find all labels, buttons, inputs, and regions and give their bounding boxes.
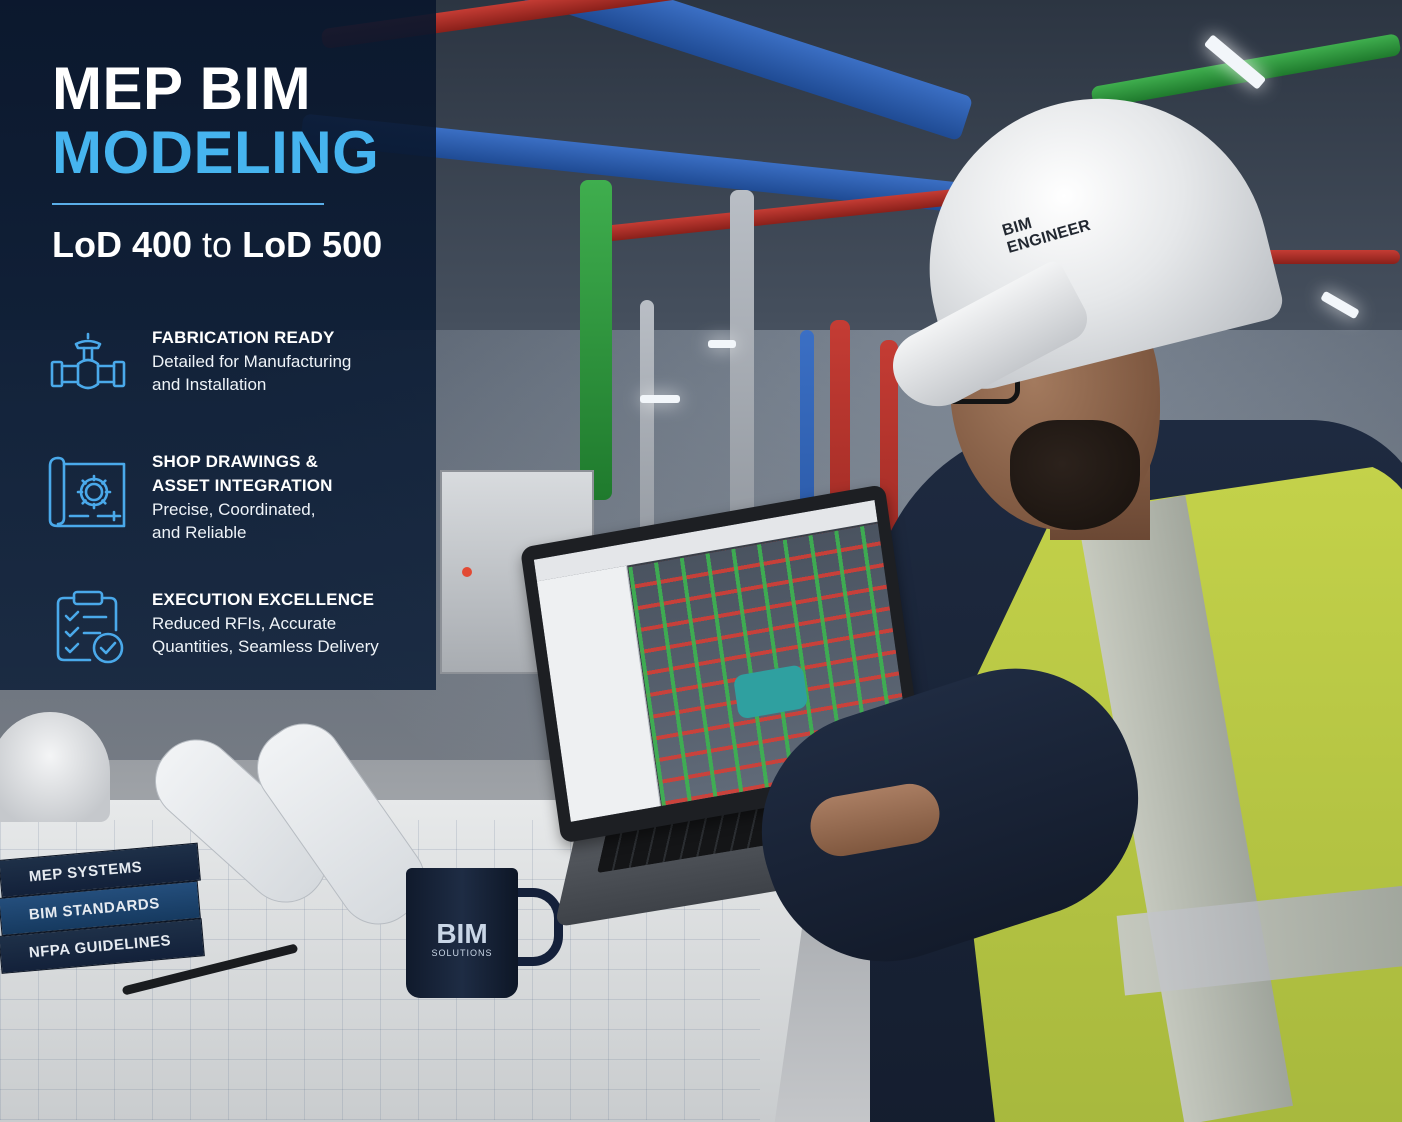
lod-end: LoD 500: [242, 224, 383, 265]
ceiling-light: [708, 340, 736, 348]
pipe-valve-icon: [50, 332, 126, 390]
feature-description-line: and Reliable: [152, 523, 247, 542]
mug-subtitle: SOLUTIONS: [431, 948, 493, 958]
book-title: BIM STANDARDS: [28, 894, 161, 923]
mug-title: BIM: [436, 918, 488, 949]
feature-text: SHOP DRAWINGS & ASSET INTEGRATION Precis…: [152, 450, 412, 544]
lod-subtitle: LoD 400 to LoD 500: [52, 224, 382, 266]
feature-description-line: Reduced RFIs, Accurate: [152, 614, 337, 633]
feature-heading: EXECUTION EXCELLENCE: [152, 590, 375, 609]
title-divider: [52, 203, 324, 205]
feature-heading: SHOP DRAWINGS &: [152, 452, 319, 471]
feature-shop-drawings: SHOP DRAWINGS & ASSET INTEGRATION Precis…: [48, 450, 408, 542]
feature-description-line: Detailed for Manufacturing: [152, 352, 352, 371]
green-pipe: [580, 180, 612, 500]
feature-description-line: Quantities, Seamless Delivery: [152, 637, 379, 656]
lod-start: LoD 400: [52, 224, 193, 265]
feature-heading: FABRICATION READY: [152, 328, 335, 347]
clipboard-check-icon: [56, 590, 124, 664]
feature-fabrication-ready: FABRICATION READY Detailed for Manufactu…: [48, 326, 408, 406]
blueprint-gear-icon: [48, 456, 126, 528]
mug: BIM SOLUTIONS: [406, 868, 518, 998]
book-title: MEP SYSTEMS: [28, 858, 143, 885]
feature-text: EXECUTION EXCELLENCE Reduced RFIs, Accur…: [152, 588, 412, 658]
feature-heading: ASSET INTEGRATION: [152, 476, 333, 495]
feature-description-line: Precise, Coordinated,: [152, 500, 316, 519]
feature-execution-excellence: EXECUTION EXCELLENCE Reduced RFIs, Accur…: [48, 588, 408, 668]
mug-handle: [512, 888, 563, 966]
engineer-beard: [1010, 420, 1140, 530]
lod-connector: to: [192, 224, 243, 265]
feature-text: FABRICATION READY Detailed for Manufactu…: [152, 326, 412, 396]
ceiling-light: [640, 395, 680, 403]
book-title: NFPA GUIDELINES: [28, 931, 172, 961]
title-line-1: MEP BIM: [52, 55, 312, 122]
title-line-2: MODELING: [52, 119, 380, 186]
feature-description-line: and Installation: [152, 375, 267, 394]
indicator-light: [462, 567, 472, 577]
spare-hardhat: [0, 712, 110, 822]
